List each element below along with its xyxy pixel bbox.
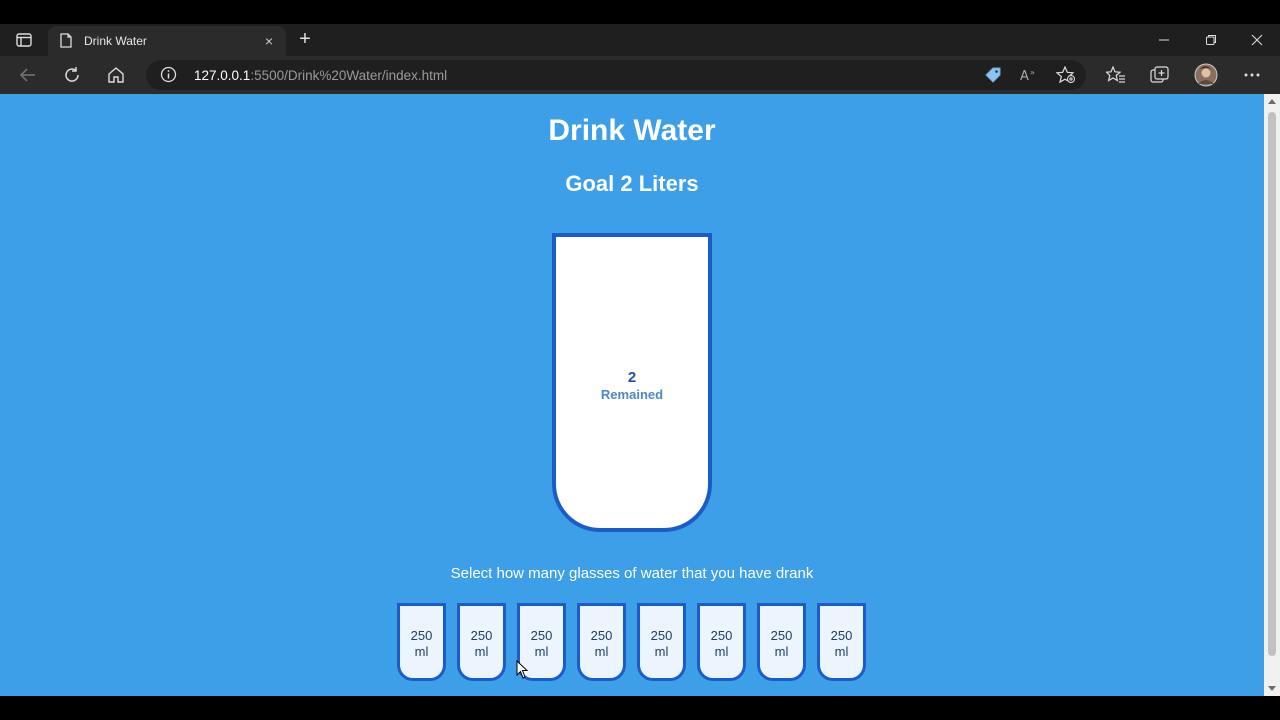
small-cup[interactable]: 250 ml	[457, 603, 506, 681]
url-text: 127.0.0.1:5500/Drink%20Water/index.html	[194, 68, 447, 83]
cup-amount: 250	[530, 628, 553, 643]
cup-unit: ml	[774, 644, 789, 659]
reload-icon[interactable]	[60, 64, 84, 86]
cup-unit: ml	[534, 644, 549, 659]
cup-amount: 250	[710, 628, 733, 643]
page-viewport: Drink Water Goal 2 Liters 2 Remained Sel…	[0, 94, 1264, 696]
restore-icon[interactable]	[1196, 28, 1226, 52]
add-favorite-icon[interactable]	[1054, 64, 1078, 86]
url-host: 127.0.0.1	[194, 68, 251, 83]
small-cup[interactable]: 250 ml	[757, 603, 806, 681]
tab-title: Drink Water	[84, 34, 147, 48]
read-aloud-icon[interactable]: A»	[1017, 64, 1041, 86]
cup-amount: 250	[590, 628, 613, 643]
page-icon	[60, 33, 72, 53]
small-cup[interactable]: 250 ml	[577, 603, 626, 681]
cup-amount: 250	[410, 628, 433, 643]
minimize-icon[interactable]	[1149, 28, 1179, 52]
big-cup: 2 Remained	[552, 233, 712, 532]
home-icon[interactable]	[104, 64, 128, 86]
coupon-tag-icon[interactable]	[981, 64, 1005, 86]
cup-unit: ml	[714, 644, 729, 659]
remained-section: 2 Remained	[556, 369, 708, 402]
scroll-down-icon[interactable]	[1268, 686, 1276, 691]
scroll-up-icon[interactable]	[1268, 99, 1276, 104]
svg-text:A: A	[1020, 69, 1029, 83]
new-tab-button[interactable]: +	[294, 28, 316, 50]
more-options-icon[interactable]	[1240, 64, 1264, 86]
back-icon[interactable]	[16, 64, 40, 86]
page-scrollbar[interactable]	[1264, 94, 1280, 696]
svg-text:»: »	[1030, 68, 1035, 77]
browser-tab[interactable]: Drink Water ×	[48, 26, 286, 56]
cup-unit: ml	[834, 644, 849, 659]
address-bar[interactable]: 127.0.0.1:5500/Drink%20Water/index.html	[146, 60, 1086, 90]
remained-label: Remained	[600, 387, 664, 402]
cup-unit: ml	[594, 644, 609, 659]
url-path: :5500/Drink%20Water/index.html	[250, 68, 448, 83]
close-window-icon[interactable]	[1242, 28, 1272, 52]
scroll-thumb[interactable]	[1268, 112, 1276, 656]
small-cup[interactable]: 250 ml	[697, 603, 746, 681]
tab-actions-icon[interactable]	[13, 30, 35, 50]
cup-amount: 250	[470, 628, 493, 643]
site-info-icon[interactable]	[160, 66, 177, 88]
cup-amount: 250	[830, 628, 853, 643]
remained-value: 2	[627, 369, 637, 386]
small-cup[interactable]: 250 ml	[817, 603, 866, 681]
tab-bar: Drink Water × +	[0, 24, 1280, 56]
page-title: Drink Water	[548, 114, 716, 147]
small-cup[interactable]: 250 ml	[397, 603, 446, 681]
collections-icon[interactable]	[1148, 64, 1172, 86]
cup-unit: ml	[414, 644, 429, 659]
screen: Drink Water × + 127.0.0.1:5500/Drink%20W…	[0, 0, 1280, 720]
tab-close-icon[interactable]: ×	[260, 32, 278, 50]
mouse-cursor-icon	[516, 659, 529, 685]
small-cup[interactable]: 250 ml	[637, 603, 686, 681]
instruction-text: Select how many glasses of water that yo…	[450, 565, 814, 582]
favorites-icon[interactable]	[1104, 64, 1128, 86]
profile-avatar-icon[interactable]	[1193, 62, 1219, 88]
cup-unit: ml	[654, 644, 669, 659]
cup-unit: ml	[474, 644, 489, 659]
browser-toolbar: 127.0.0.1:5500/Drink%20Water/index.html …	[0, 56, 1280, 94]
cup-amount: 250	[770, 628, 793, 643]
goal-heading: Goal 2 Liters	[565, 171, 699, 196]
cup-amount: 250	[650, 628, 673, 643]
